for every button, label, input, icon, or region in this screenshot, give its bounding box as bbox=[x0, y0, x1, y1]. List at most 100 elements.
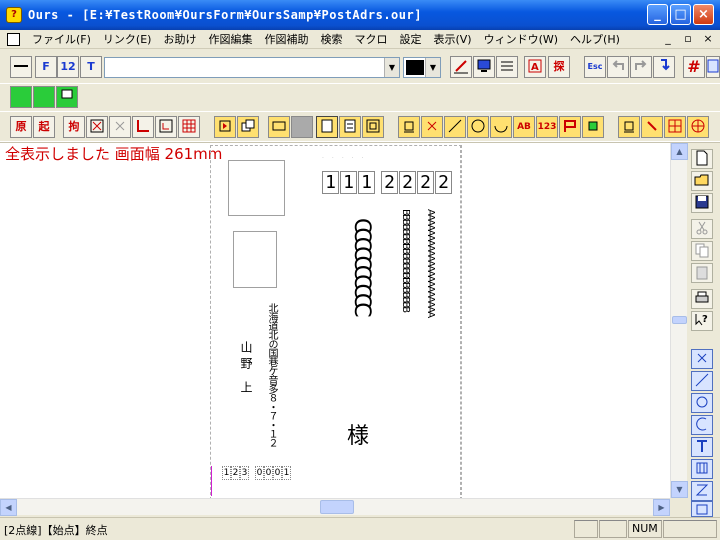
menu-help-assist[interactable]: お助け bbox=[157, 31, 202, 47]
line-tool-button[interactable] bbox=[691, 371, 713, 391]
vertical-scroll-thumb[interactable] bbox=[672, 316, 687, 324]
menu-drawing-edit[interactable]: 作図編集 bbox=[202, 31, 258, 47]
monitor-button[interactable] bbox=[473, 56, 495, 78]
menu-drawing-assist[interactable]: 作図補助 bbox=[258, 31, 314, 47]
menu-view[interactable]: 表示(V) bbox=[427, 31, 477, 47]
circle-tool-button[interactable] bbox=[691, 393, 713, 413]
box-x-button[interactable] bbox=[86, 116, 108, 138]
mdi-minimize-button[interactable]: _ bbox=[660, 32, 676, 46]
cut-button[interactable] bbox=[691, 219, 713, 239]
origin-button[interactable]: 原 bbox=[10, 116, 32, 138]
vertical-scrollbar[interactable]: ▲ ▼ bbox=[670, 143, 688, 498]
color-combo[interactable]: ▼ bbox=[403, 57, 441, 78]
object-button[interactable] bbox=[398, 116, 420, 138]
circle-button[interactable] bbox=[467, 116, 489, 138]
close-button[interactable]: × bbox=[693, 4, 714, 25]
mdi-restore-button[interactable]: ▫ bbox=[680, 32, 696, 46]
start-button[interactable]: 起 bbox=[33, 116, 55, 138]
corner-button[interactable] bbox=[132, 116, 154, 138]
pen-button[interactable] bbox=[450, 56, 472, 78]
cross-button[interactable] bbox=[421, 116, 443, 138]
new-file-button[interactable] bbox=[691, 149, 713, 169]
open-folder-button[interactable] bbox=[691, 171, 713, 191]
cross-grid-button[interactable] bbox=[664, 116, 686, 138]
recipient-name[interactable]: CCCCCCCCCC bbox=[349, 218, 374, 312]
window-toggle-button[interactable] bbox=[706, 56, 720, 78]
corner-2-button[interactable] bbox=[155, 116, 177, 138]
line-style-button[interactable] bbox=[10, 56, 32, 78]
menu-window[interactable]: ウィンドウ(W) bbox=[478, 31, 564, 47]
frame-in-button[interactable] bbox=[214, 116, 236, 138]
text-button[interactable]: T bbox=[80, 56, 102, 78]
document-icon[interactable] bbox=[7, 32, 20, 46]
horizontal-scrollbar[interactable]: ◀ ▶ bbox=[0, 498, 670, 516]
z-tool-button[interactable] bbox=[691, 481, 713, 501]
frame-single-button[interactable] bbox=[316, 116, 338, 138]
recipient-address-line-b[interactable]: BBBBBBBBBBBBBBBBBBBBB bbox=[400, 209, 411, 311]
search-button[interactable]: 探 bbox=[548, 56, 570, 78]
minimize-button[interactable]: _ bbox=[647, 4, 668, 25]
horizontal-scroll-thumb[interactable] bbox=[320, 500, 354, 514]
menu-link[interactable]: リンク(E) bbox=[97, 31, 158, 47]
scroll-up-button[interactable]: ▲ bbox=[671, 143, 688, 160]
layer-monitor-button[interactable] bbox=[56, 86, 78, 108]
frame-stack-button[interactable] bbox=[237, 116, 259, 138]
menu-file[interactable]: ファイル(F) bbox=[26, 31, 97, 47]
number-button[interactable]: 123 bbox=[536, 116, 558, 138]
font-button[interactable]: F bbox=[35, 56, 57, 78]
text-ab-button[interactable]: AB bbox=[513, 116, 535, 138]
scroll-down-button[interactable]: ▼ bbox=[671, 481, 688, 498]
grid-cells-button[interactable] bbox=[178, 116, 200, 138]
grid-button[interactable]: # bbox=[683, 56, 705, 78]
box-x-gray-button[interactable] bbox=[109, 116, 131, 138]
frame-tool-button[interactable] bbox=[691, 459, 713, 479]
stamp-box-small[interactable] bbox=[233, 231, 277, 288]
scroll-left-button[interactable]: ◀ bbox=[0, 499, 17, 516]
redo-button[interactable] bbox=[630, 56, 652, 78]
menu-help[interactable]: ヘルプ(H) bbox=[564, 31, 626, 47]
menu-search[interactable]: 検索 bbox=[314, 31, 348, 47]
menu-settings[interactable]: 設定 bbox=[393, 31, 427, 47]
honorific[interactable]: 様 bbox=[347, 418, 369, 450]
paste-button[interactable] bbox=[691, 263, 713, 283]
help-cursor-button[interactable]: ? bbox=[691, 311, 713, 331]
line-above-button[interactable] bbox=[268, 116, 290, 138]
save-button[interactable] bbox=[691, 193, 713, 213]
mdi-close-button[interactable]: × bbox=[700, 32, 716, 46]
menu-macro[interactable]: マクロ bbox=[348, 31, 393, 47]
stamp-box-large[interactable] bbox=[228, 160, 285, 216]
flag-button[interactable] bbox=[559, 116, 581, 138]
print-button[interactable] bbox=[691, 289, 713, 309]
app-icon[interactable]: ? bbox=[6, 7, 22, 23]
arc-button[interactable] bbox=[490, 116, 512, 138]
recipient-zip[interactable]: 1 1 1 2 2 2 2 bbox=[322, 171, 452, 194]
maximize-button[interactable]: □ bbox=[670, 4, 691, 25]
jump-down-button[interactable] bbox=[653, 56, 675, 78]
layer-green-button[interactable] bbox=[10, 86, 32, 108]
arc-tool-button[interactable] bbox=[691, 415, 713, 435]
layer-green-2-button[interactable] bbox=[33, 86, 55, 108]
title-bar[interactable]: ? Ours - [E:¥TestRoom¥OursForm¥OursSamp¥… bbox=[0, 0, 720, 30]
sender-name[interactable]: 山野 上 bbox=[239, 341, 253, 397]
font-size-button[interactable]: 12 bbox=[57, 56, 79, 78]
gray-box-button[interactable] bbox=[291, 116, 313, 138]
chevron-down-icon[interactable]: ▼ bbox=[384, 58, 399, 77]
frame-lines-button[interactable] bbox=[339, 116, 361, 138]
sender-zip[interactable]: 1 2 3 0 0 0 1 bbox=[222, 466, 291, 480]
object-2-button[interactable] bbox=[618, 116, 640, 138]
sender-address[interactable]: 北海道北の国巷ケ音多８・７・１２ bbox=[266, 303, 277, 447]
select-x-button[interactable] bbox=[691, 349, 713, 369]
color-chevron-down-icon[interactable]: ▼ bbox=[425, 58, 440, 77]
pointer-button[interactable] bbox=[641, 116, 663, 138]
escape-button[interactable]: Esc bbox=[584, 56, 606, 78]
recipient-address-line-a[interactable]: AAAAAAAAAAAAAAAAAAAAA bbox=[425, 209, 436, 316]
more-tool-button[interactable] bbox=[691, 501, 713, 517]
copy-button[interactable] bbox=[691, 241, 713, 261]
target-button[interactable] bbox=[687, 116, 709, 138]
frame-nested-button[interactable] bbox=[362, 116, 384, 138]
drawing-canvas[interactable]: 全表示しました 画面幅 261mm ····· 1 1 1 2 2 2 2 CC… bbox=[0, 143, 670, 498]
constraint-button[interactable]: 拘 bbox=[63, 116, 85, 138]
undo-button[interactable] bbox=[607, 56, 629, 78]
font-combo[interactable]: ▼ bbox=[104, 57, 400, 78]
diagonal-button[interactable] bbox=[444, 116, 466, 138]
